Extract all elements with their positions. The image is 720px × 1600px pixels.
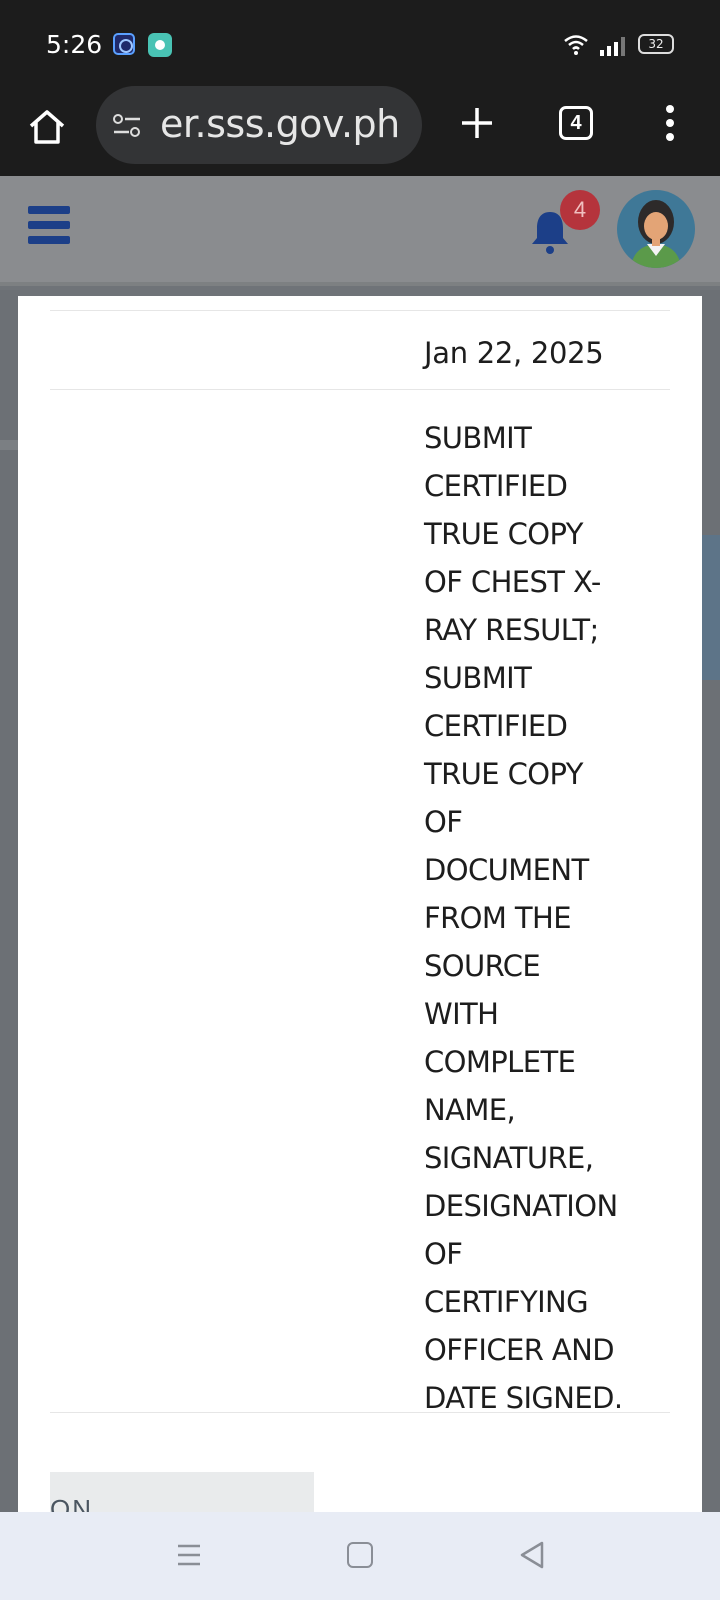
overflow-menu-icon[interactable] [660,102,680,146]
app-notification-icon [113,33,135,55]
avatar[interactable] [617,190,695,268]
site-settings-icon[interactable] [112,113,142,139]
remarks-line: RAY RESULT; [424,613,599,647]
status-bar: 5:26 32 [0,0,720,86]
remarks-line: CERTIFIED [424,469,568,503]
remarks-line: SUBMIT [424,421,532,455]
remarks-line: CERTIFYING [424,1285,589,1319]
tab-switcher-button[interactable]: 4 [559,106,593,140]
back-icon[interactable] [518,1540,546,1570]
record-date: Jan 22, 2025 [424,336,604,370]
record-remarks: SUBMIT CERTIFIED TRUE COPY OF CHEST X- RAY R… [424,414,664,1422]
overlay-left [0,290,20,1512]
row-divider [50,310,670,311]
system-nav-bar [0,1512,720,1600]
remarks-line: OF CHEST X- [424,565,601,599]
overlay-band [0,440,20,450]
notification-count-badge: 4 [560,190,600,230]
overlay-right [700,290,720,1512]
signal-icon [600,37,625,56]
remarks-line: FROM THE [424,901,572,935]
remarks-line: SUBMIT [424,661,532,695]
remarks-line: DATE SIGNED. [424,1381,623,1415]
remarks-line: OFFICER AND [424,1333,615,1367]
remarks-line: CERTIFIED [424,709,568,743]
background-panel-edge [702,535,720,680]
remarks-line: TRUE COPY [424,757,583,791]
record-detail-card: Jan 22, 2025 SUBMIT CERTIFIED TRUE COPY OF … [18,296,702,1512]
recents-icon[interactable] [176,1542,202,1568]
remarks-line: OF [424,805,463,839]
remarks-line: TRUE COPY [424,517,583,551]
chat-notification-icon [148,33,172,57]
new-tab-icon[interactable] [458,104,496,142]
next-row-cell: ON [50,1472,314,1512]
url-text: er.sss.gov.ph [160,102,400,146]
nav-home-icon[interactable] [347,1542,373,1568]
remarks-line: NAME, [424,1093,516,1127]
remarks-line: DOCUMENT [424,853,589,887]
remarks-line: WITH [424,997,499,1031]
row-divider [50,389,670,390]
battery-icon: 32 [638,34,674,54]
row-divider [50,1412,670,1413]
remarks-line: SIGNATURE, [424,1141,594,1175]
site-header: 4 [0,176,720,286]
remarks-line: COMPLETE [424,1045,576,1079]
next-row-label: ON [50,1494,93,1512]
status-time: 5:26 [46,30,103,59]
remarks-line: SOURCE [424,949,541,983]
remarks-line: DESIGNATION [424,1189,618,1223]
address-bar[interactable]: er.sss.gov.ph [96,86,422,164]
hamburger-menu-icon[interactable] [28,206,70,250]
home-icon[interactable] [26,106,68,148]
browser-toolbar: er.sss.gov.ph 4 [0,86,720,176]
wifi-icon [564,35,588,55]
remarks-line: OF [424,1237,463,1271]
